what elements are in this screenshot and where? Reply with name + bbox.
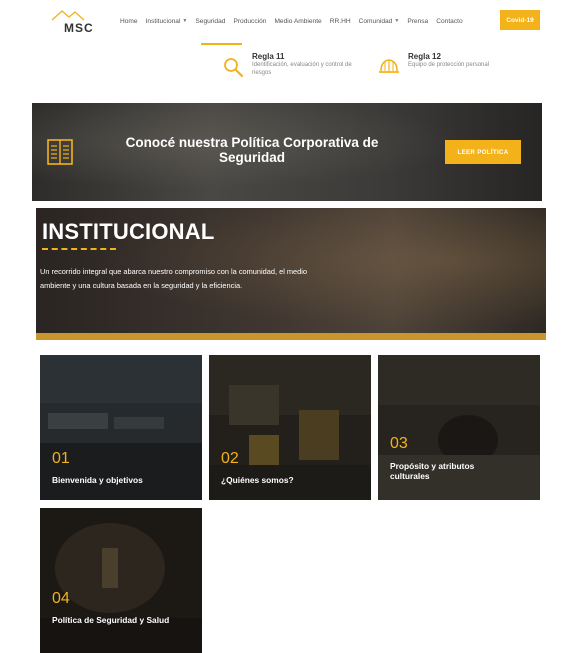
card-label: ¿Quiénes somos? xyxy=(221,475,294,485)
active-nav-indicator xyxy=(201,43,242,45)
card-number: 03 xyxy=(390,435,408,452)
nav-item-medio-ambiente[interactable]: Medio Ambiente xyxy=(274,18,321,25)
site-header: MSC Home Institucional ▼ Seguridad Produc… xyxy=(0,0,564,45)
card-label: Política de Seguridad y Salud xyxy=(52,615,170,625)
chevron-down-icon: ▼ xyxy=(182,18,188,24)
nav-item-contacto[interactable]: Contacto xyxy=(436,18,462,25)
card-label: Bienvenida y objetivos xyxy=(52,475,143,485)
leer-politica-button[interactable]: LEER POLÍTICA xyxy=(445,140,521,164)
card-number: 04 xyxy=(52,590,70,607)
hero-divider xyxy=(42,248,116,250)
card-number: 01 xyxy=(52,450,70,467)
policy-banner-text: Conocé nuestra Política Corporativa de S… xyxy=(125,135,379,165)
card-number: 02 xyxy=(221,450,239,467)
chevron-down-icon: ▼ xyxy=(394,18,400,24)
hero-title: INSTITUCIONAL xyxy=(42,219,215,244)
nav-item-produccion[interactable]: Producción xyxy=(233,18,266,25)
policy-banner: Conocé nuestra Política Corporativa de S… xyxy=(32,103,542,201)
card-quienes-somos[interactable]: 02 ¿Quiénes somos? xyxy=(209,355,371,500)
magnifier-icon xyxy=(224,58,244,78)
nav-item-home[interactable]: Home xyxy=(120,18,138,25)
card-politica-seguridad[interactable]: 04 Política de Seguridad y Salud xyxy=(40,508,202,653)
rule-description: Identificación, evaluación y control de … xyxy=(252,62,352,76)
main-nav: Home Institucional ▼ Seguridad Producción… xyxy=(120,12,471,30)
hero-accent-bar xyxy=(36,333,546,340)
book-icon xyxy=(47,139,73,165)
rule-title: Regla 12 xyxy=(408,52,441,61)
rule-12[interactable]: Regla 12 Equipo de protección personal xyxy=(378,52,528,86)
rule-description: Equipo de protección personal xyxy=(408,62,490,68)
logo-text: MSC xyxy=(64,21,94,35)
card-label: Propósito y atributos culturales xyxy=(390,461,475,481)
nav-item-institucional[interactable]: Institucional ▼ xyxy=(146,18,188,25)
nav-item-comunidad[interactable]: Comunidad ▼ xyxy=(359,18,400,25)
rule-title: Regla 11 xyxy=(252,52,285,61)
hard-hat-icon xyxy=(379,59,399,73)
covid-19-button[interactable]: Covid-19 xyxy=(500,10,540,30)
institucional-hero: INSTITUCIONAL Un recorrido integral que … xyxy=(36,208,546,340)
msc-logo[interactable]: MSC xyxy=(50,8,100,36)
card-proposito[interactable]: 03 Propósito y atributos culturales xyxy=(378,355,540,500)
nav-item-prensa[interactable]: Prensa xyxy=(407,18,428,25)
rule-11[interactable]: Regla 11 Identificación, evaluación y co… xyxy=(222,52,372,86)
nav-item-rrhh[interactable]: RR.HH xyxy=(330,18,351,25)
hero-description: Un recorrido integral que abarca nuestro… xyxy=(40,267,308,290)
nav-item-seguridad[interactable]: Seguridad xyxy=(195,18,225,25)
card-bienvenida[interactable]: 01 Bienvenida y objetivos xyxy=(40,355,202,500)
card-background-photo xyxy=(40,508,202,653)
